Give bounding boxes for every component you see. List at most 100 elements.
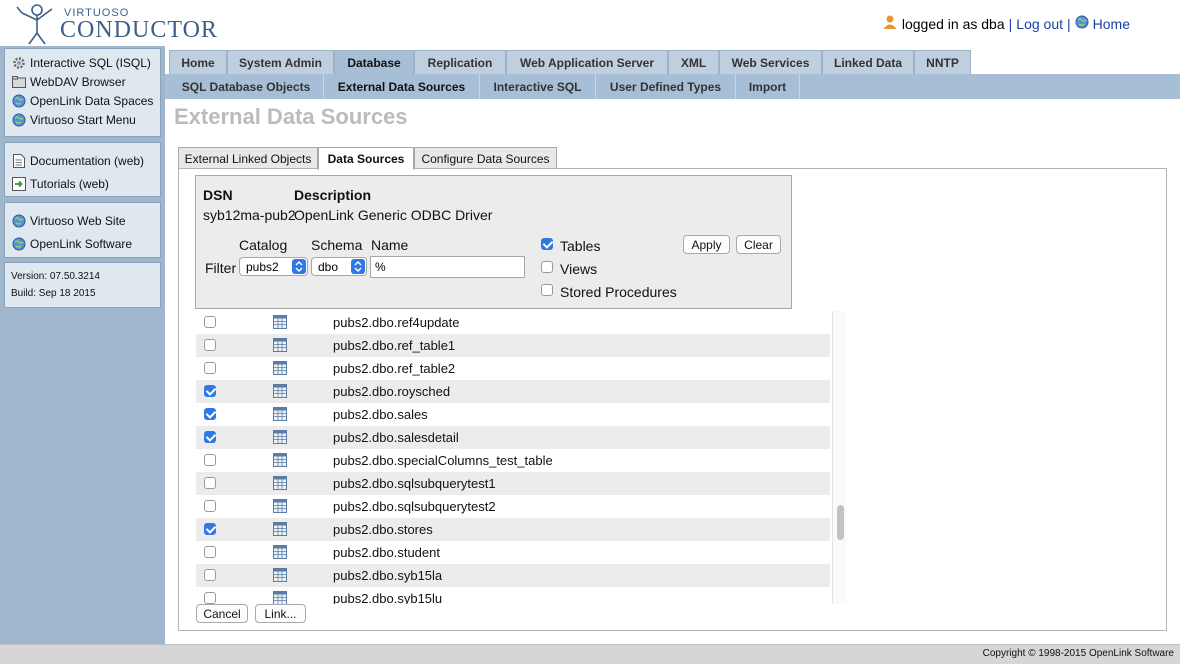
sidebar-item-start-menu[interactable]: Virtuoso Start Menu [5,110,160,129]
sidebar-item-data-spaces[interactable]: OpenLink Data Spaces [5,91,160,110]
dsn-value: syb12ma-pub2 [203,207,296,223]
stored-procedures-label: Stored Procedures [560,284,677,300]
catalog-select[interactable]: pubs2 [239,257,308,276]
table-row-checkbox[interactable] [204,339,216,351]
sidebar-item-label: WebDAV Browser [30,74,126,89]
table-row: pubs2.dbo.sales [196,403,830,426]
subtab-sql-database-objects[interactable]: SQL Database Objects [169,74,324,99]
tables-checkbox[interactable] [541,238,553,250]
sidebar-version-box: Version: 07.50.3214 Build: Sep 18 2015 [4,262,161,308]
inner-tab-configure-data-sources[interactable]: Configure Data Sources [414,147,557,169]
table-name: pubs2.dbo.salesdetail [333,430,459,445]
table-row-checkbox[interactable] [204,362,216,374]
sidebar-group-links: Virtuoso Web Site OpenLink Software [4,202,161,258]
views-checkbox[interactable] [541,261,553,273]
sidebar-item-openlink-software[interactable]: OpenLink Software [5,232,160,255]
table-name: pubs2.dbo.ref_table1 [333,338,456,353]
table-row-checkbox[interactable] [204,523,216,535]
table-list-scrollbar[interactable] [832,311,847,604]
table-row-checkbox[interactable] [204,500,216,512]
inner-tab-external-linked-objects[interactable]: External Linked Objects [178,147,318,169]
clear-button[interactable]: Clear [736,235,781,254]
subtab-user-defined-types[interactable]: User Defined Types [596,74,736,99]
sidebar-item-label: Documentation (web) [30,153,145,168]
table-row: pubs2.dbo.sqlsubquerytest2 [196,495,830,518]
globe-icon [11,213,26,228]
sidebar-group-tools: Interactive SQL (ISQL) WebDAV Browser Op… [4,48,161,137]
tab-nntp[interactable]: NNTP [914,50,971,74]
conductor-figure-icon [16,4,53,45]
table-row-checkbox[interactable] [204,546,216,558]
logout-link[interactable]: Log out [1016,16,1063,32]
subtab-interactive-sql[interactable]: Interactive SQL [480,74,596,99]
table-name: pubs2.dbo.student [333,545,440,560]
globe-icon [1075,15,1089,32]
table-name: pubs2.dbo.specialColumns_test_table [333,453,553,468]
table-row-checkbox[interactable] [204,408,216,420]
catalog-select-value: pubs2 [246,259,279,274]
table-icon [273,522,287,536]
footer: Copyright © 1998-2015 OpenLink Software [0,644,1180,664]
table-icon [273,568,287,582]
sidebar-item-webdav[interactable]: WebDAV Browser [5,72,160,91]
sidebar-item-tutorials[interactable]: Tutorials (web) [5,172,160,195]
schema-select-value: dbo [318,259,339,274]
table-row-checkbox[interactable] [204,385,216,397]
sidebar-item-label: Interactive SQL (ISQL) [30,55,151,70]
tab-linked-data[interactable]: Linked Data [822,50,914,74]
filter-label: Filter [205,260,237,276]
separator: | [1008,15,1013,32]
header: VIRTUOSO CONDUCTOR logged in as dba | Lo… [0,0,1180,46]
schema-label: Schema [311,237,363,253]
link-button[interactable]: Link... [255,604,306,623]
apply-button[interactable]: Apply [683,235,730,254]
table-row-checkbox[interactable] [204,431,216,443]
separator: | [1067,15,1071,32]
sidebar-item-isql[interactable]: Interactive SQL (ISQL) [5,53,160,72]
subtab-import[interactable]: Import [736,74,800,99]
inner-tab-data-sources[interactable]: Data Sources [318,147,414,170]
stored-procedures-checkbox[interactable] [541,284,553,296]
table-row-checkbox[interactable] [204,454,216,466]
table-row-checkbox[interactable] [204,316,216,328]
table-row-checkbox[interactable] [204,592,216,604]
table-icon [273,591,287,604]
subtab-external-data-sources[interactable]: External Data Sources [324,74,480,99]
table-row: pubs2.dbo.syb15la [196,564,830,587]
select-arrows-icon [292,259,306,274]
table-row-checkbox[interactable] [204,477,216,489]
build-text: Build: Sep 18 2015 [11,288,96,299]
select-arrows-icon [351,259,365,274]
table-row: pubs2.dbo.syb15lu [196,587,830,604]
tab-xml[interactable]: XML [668,50,719,74]
home-link[interactable]: Home [1093,16,1130,32]
virtuoso-conductor-logo[interactable]: VIRTUOSO CONDUCTOR [14,3,217,45]
tab-home[interactable]: Home [169,50,227,74]
globe-icon [11,236,26,251]
sidebar-item-documentation[interactable]: Documentation (web) [5,149,160,172]
sidebar-item-label: OpenLink Data Spaces [30,93,154,108]
copyright-text: Copyright © 1998-2015 OpenLink Software [982,648,1174,659]
tab-system-admin[interactable]: System Admin [227,50,334,74]
table-row-checkbox[interactable] [204,569,216,581]
table-icon [273,338,287,352]
tab-replication[interactable]: Replication [414,50,506,74]
scrollbar-thumb[interactable] [837,505,844,540]
cancel-button[interactable]: Cancel [196,604,248,623]
document-icon [11,153,26,168]
version-text: Version: 07.50.3214 [11,271,100,282]
table-name: pubs2.dbo.roysched [333,384,451,399]
name-filter-input[interactable]: % [370,256,525,278]
gear-icon [11,55,26,70]
table-row: pubs2.dbo.roysched [196,380,830,403]
globe-icon [11,93,26,108]
table-name: pubs2.dbo.syb15la [333,568,443,583]
sidebar-item-label: OpenLink Software [30,236,133,251]
tab-database[interactable]: Database [334,50,414,74]
schema-select[interactable]: dbo [311,257,367,276]
tab-web-application-server[interactable]: Web Application Server [506,50,668,74]
sidebar-item-virtuoso-web-site[interactable]: Virtuoso Web Site [5,209,160,232]
user-bar: logged in as dba | Log out | Home [882,14,1130,33]
table-name: pubs2.dbo.ref4update [333,315,460,330]
tab-web-services[interactable]: Web Services [719,50,822,74]
